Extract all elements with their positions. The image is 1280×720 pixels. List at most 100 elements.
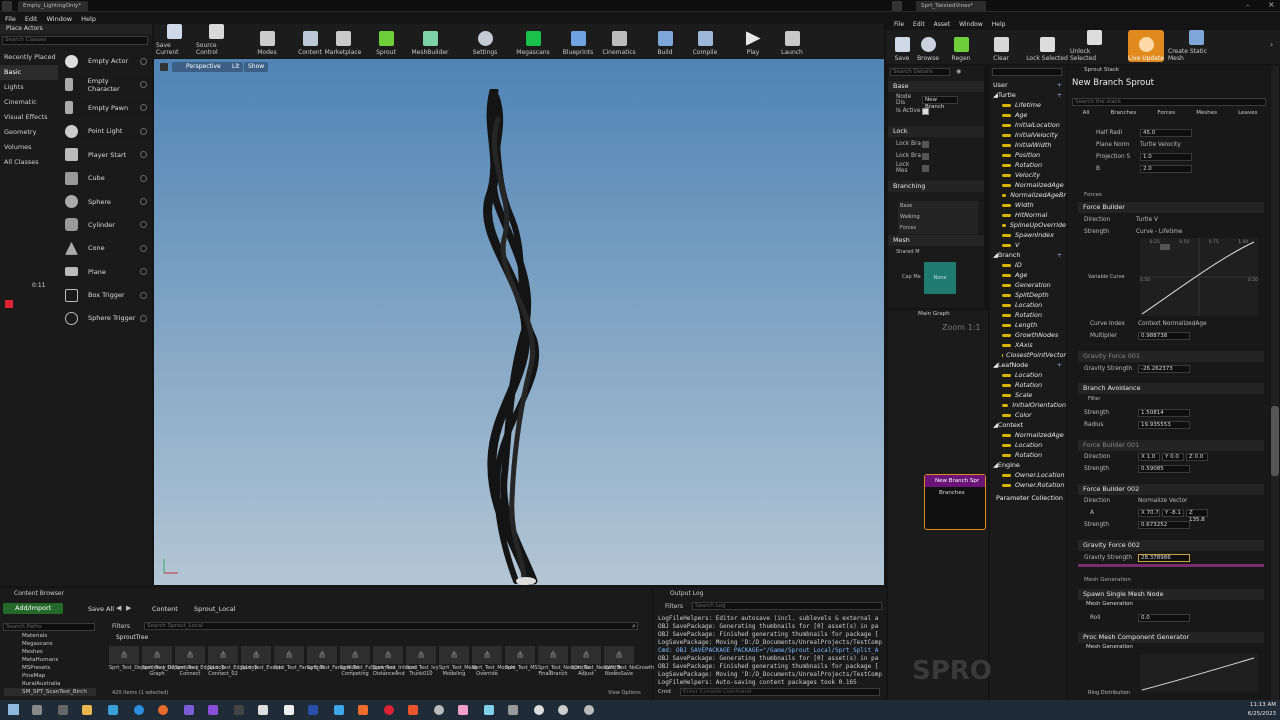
scrollbar-thumb[interactable] (1271, 406, 1279, 476)
folder-metahumans[interactable]: MetaHumans (4, 656, 96, 664)
variable-initial-location[interactable]: InitialLocation (990, 120, 1066, 130)
actor-cylinder[interactable]: Cylinder (60, 214, 152, 238)
launch-button[interactable]: Launch (780, 24, 804, 56)
category-basic[interactable]: Basic (0, 65, 58, 80)
variable-initial-width[interactable]: InitialWidth (990, 140, 1066, 150)
record-icon[interactable] (384, 705, 394, 715)
asset-tile[interactable]: ⋔ Sprt_Test_Ivy Trunk010 (406, 646, 439, 684)
z-field[interactable]: Z 135.8 (1186, 509, 1208, 523)
row-value[interactable]: 0.59085 (1138, 465, 1190, 473)
filters-button[interactable]: Filters (112, 623, 130, 630)
row-value[interactable]: 0.988738 (1138, 332, 1190, 340)
help-icon[interactable] (140, 104, 147, 112)
row-value[interactable]: Context NormalizedAge (1138, 321, 1207, 327)
asset-tile[interactable]: ⋔Sprt_Test_Dependency_02 (109, 646, 175, 684)
search-stack-input[interactable]: Search the stack (1072, 98, 1266, 106)
megascans-button[interactable]: Megascans (516, 24, 550, 56)
variable-spawn-index[interactable]: SpawnIndex (990, 230, 1066, 240)
asset-tile[interactable]: ⋔ Sprt_Test_Events (241, 646, 283, 684)
context-group-header[interactable]: ◢ Context (990, 420, 1066, 430)
variable-owner-location[interactable]: Owner.Location (990, 470, 1066, 480)
variable-scale[interactable]: Scale (990, 390, 1066, 400)
sprout-button[interactable]: Sprout (374, 24, 398, 56)
help-icon[interactable] (140, 151, 147, 159)
search-classes-input[interactable]: Search Classes (2, 36, 148, 45)
stack-tab-all[interactable]: All (1083, 110, 1090, 120)
force-builder-001-header[interactable]: Force Builder 001 (1078, 440, 1264, 451)
variable-hit-normal[interactable]: HitNormal (990, 210, 1066, 220)
actor-empty-actor[interactable]: Empty Actor (60, 50, 152, 74)
section-lock[interactable]: Lock (888, 126, 984, 137)
actor-empty-pawn[interactable]: Empty Pawn (60, 97, 152, 121)
browse-button[interactable]: Browse (916, 30, 940, 62)
help-icon[interactable] (140, 221, 147, 229)
variable-branch-rotation[interactable]: Rotation (990, 310, 1066, 320)
variable-rotation[interactable]: Rotation (990, 160, 1066, 170)
x-field[interactable]: X 70.7 (1138, 509, 1160, 517)
add-icon[interactable]: + (1057, 80, 1062, 90)
unlock-selected-button[interactable]: Unlock Selected (1070, 30, 1118, 62)
help-icon[interactable] (140, 57, 147, 65)
folder-sprouttree[interactable]: SproutTree (116, 634, 148, 641)
variable-v[interactable]: V (990, 240, 1066, 250)
settings-button[interactable]: Settings (470, 24, 500, 56)
category-geometry[interactable]: Geometry (0, 125, 58, 140)
chrome-icon[interactable] (134, 705, 144, 715)
folder-materials[interactable]: Materials (4, 632, 96, 640)
menu-help[interactable]: Help (81, 15, 96, 23)
row-value[interactable]: 1.50814 (1138, 409, 1190, 417)
minimize-icon[interactable]: – (1246, 1, 1250, 9)
is-active-checkbox[interactable] (922, 107, 929, 115)
category-volumes[interactable]: Volumes (0, 140, 58, 155)
category-cinematic[interactable]: Cinematic (0, 95, 58, 110)
variable-closest-point-vector[interactable]: ClosestPointVector (990, 350, 1066, 360)
row-value[interactable]: Turtle Velocity (1140, 142, 1192, 148)
z-field[interactable]: Z 0.0 (1186, 453, 1208, 461)
menu-edit[interactable]: Edit (913, 21, 925, 28)
save-current-button[interactable]: Save Current (156, 24, 192, 56)
actor-sphere-trigger[interactable]: Sphere Trigger (60, 307, 152, 331)
mesh-generation-subheader-2[interactable]: Mesh Generation (1086, 644, 1133, 650)
branching-walking[interactable]: Walking (898, 212, 978, 223)
row-value[interactable]: Normalize Vector (1138, 498, 1188, 504)
mesh-generation-subheader[interactable]: Mesh Generation (1086, 601, 1133, 607)
actor-box-trigger[interactable]: Box Trigger (60, 284, 152, 308)
view-options-button[interactable]: View Options (608, 690, 641, 696)
regen-button[interactable]: Regen (950, 30, 972, 62)
app-icon[interactable] (508, 705, 518, 715)
parameter-collection-button[interactable]: Parameter Collection (990, 493, 1066, 503)
play-button[interactable]: Play (744, 24, 762, 56)
save-all-button[interactable]: Save All (76, 605, 114, 613)
variable-branch-age[interactable]: Age (990, 270, 1066, 280)
row-value[interactable]: Curve - Lifetime (1136, 229, 1182, 235)
row-value[interactable]: 1.0 (1140, 153, 1192, 161)
live-update-button[interactable]: Live Update (1128, 30, 1164, 62)
lock-selected-button[interactable]: Lock Selected (1026, 30, 1068, 62)
edge-icon[interactable] (108, 705, 118, 715)
eye-icon[interactable]: ◉ (956, 68, 961, 75)
variable-growth-nodes[interactable]: GrowthNodes (990, 330, 1066, 340)
help-icon[interactable] (140, 127, 147, 135)
app-icon[interactable] (334, 705, 344, 715)
x-field[interactable]: X 1.0 (1138, 453, 1160, 461)
category-lights[interactable]: Lights (0, 80, 58, 95)
section-mesh[interactable]: Mesh (888, 235, 984, 246)
level-tab[interactable]: Empty_LightingOnly* (18, 1, 88, 12)
variable-leaf-rotation[interactable]: Rotation (990, 380, 1066, 390)
menu-window[interactable]: Window (46, 15, 72, 23)
force-builder-header[interactable]: Force Builder (1078, 202, 1264, 213)
windows-start-icon[interactable] (8, 704, 19, 715)
perspective-button[interactable]: Perspective (172, 62, 227, 72)
asset-tile[interactable]: ⋔ Sprt_Test_Interval DistanceAnd (373, 646, 417, 684)
log-filters-button[interactable]: Filters (658, 603, 683, 610)
add-import-button[interactable]: Add/Import (3, 603, 63, 614)
breadcrumb-content[interactable]: Content (138, 605, 178, 613)
branching-forces[interactable]: Forces (898, 223, 978, 234)
row-value[interactable]: 2.0 (1140, 165, 1192, 173)
asset-tile[interactable]: ⋔ Sprt_Test_EdgeLoop Connect_02 (208, 646, 258, 684)
unreal-icon[interactable] (234, 705, 244, 715)
asset-tile[interactable]: ⋔ Sprt_Test_NoGrowth NodesSave (604, 646, 654, 684)
modes-button[interactable]: Modes (254, 24, 280, 56)
y-field[interactable]: Y -8.1 (1162, 509, 1184, 517)
help-icon[interactable] (140, 291, 147, 299)
